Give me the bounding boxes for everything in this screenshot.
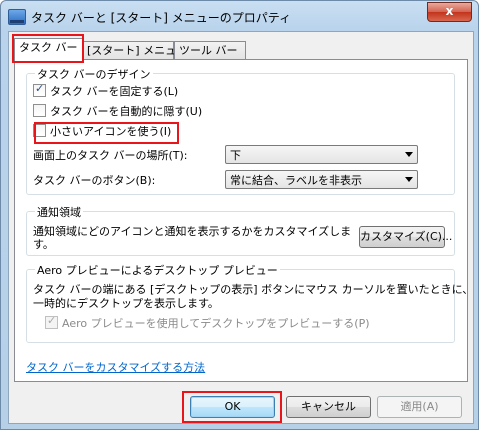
customize-taskbar-help-link[interactable]: タスク バーをカスタマイズする方法	[26, 359, 205, 375]
properties-dialog: タスク バーと [スタート] メニューのプロパティ x タスク バー [スタート…	[0, 0, 479, 430]
taskbar-location-label: 画面上のタスク バーの場所(T):	[33, 149, 188, 162]
cancel-button[interactable]: キャンセル	[286, 396, 371, 418]
highlight-small-icons	[34, 122, 179, 144]
aero-peek-group-title: Aero プレビューによるデスクトップ プレビュー	[35, 262, 280, 278]
lock-taskbar-label[interactable]: タスク バーを固定する(L)	[50, 83, 178, 99]
taskbar-location-select[interactable]: 下	[225, 145, 418, 164]
autohide-taskbar-label[interactable]: タスク バーを自動的に隠す(U)	[50, 103, 202, 119]
highlight-tab	[12, 34, 84, 63]
taskbar-location-value: 下	[230, 149, 241, 162]
taskbar-buttons-label: タスク バーのボタン(B):	[33, 174, 156, 187]
tab-start-menu[interactable]: [スタート] メニュー	[82, 41, 187, 61]
aero-description-line2: 一時的にデスクトップを表示します。	[33, 297, 219, 310]
aero-peek-group: Aero プレビューによるデスクトップ プレビュー タスク バーの端にある [デ…	[26, 262, 473, 343]
taskbar-buttons-value: 常に結合、ラベルを非表示	[230, 174, 362, 187]
taskbar-app-icon	[8, 9, 26, 25]
autohide-taskbar-checkbox[interactable]	[33, 104, 46, 117]
aero-peek-label: Aero プレビューを使用してデスクトップをプレビューする(P)	[62, 317, 370, 330]
notification-group: 通知領域 通知領域にどのアイコンと通知を表示するかをカスタマイズします。 カスタ…	[26, 204, 455, 256]
close-button[interactable]: x	[427, 2, 472, 22]
aero-peek-checkbox[interactable]: ✓	[45, 314, 58, 329]
window-title: タスク バーと [スタート] メニューのプロパティ	[31, 11, 292, 25]
dialog-client-area: タスク バー [スタート] メニュー ツール バー タスク バーのデザイン ✓ …	[8, 31, 474, 424]
taskbar-buttons-select[interactable]: 常に結合、ラベルを非表示	[225, 170, 418, 189]
checkmark-icon: ✓	[47, 314, 57, 327]
tab-toolbars[interactable]: ツール バー	[174, 41, 246, 61]
dropdown-arrow-icon	[405, 152, 413, 157]
appearance-group-title: タスク バーのデザイン	[35, 66, 153, 82]
apply-button[interactable]: 適用(A)	[377, 396, 462, 418]
dropdown-arrow-icon	[405, 177, 413, 182]
customize-button[interactable]: カスタマイズ(C)...	[359, 226, 452, 248]
notification-description: 通知領域にどのアイコンと通知を表示するかをカスタマイズします。	[33, 225, 352, 251]
highlight-ok	[182, 391, 282, 423]
lock-taskbar-checkbox[interactable]: ✓	[33, 82, 46, 97]
checkmark-icon: ✓	[35, 82, 45, 95]
title-bar[interactable]: タスク バーと [スタート] メニューのプロパティ x	[1, 1, 478, 31]
tab-panel: タスク バーのデザイン ✓ タスク バーを固定する(L) タスク バーを自動的に…	[14, 59, 473, 382]
notification-group-title: 通知領域	[35, 204, 83, 220]
